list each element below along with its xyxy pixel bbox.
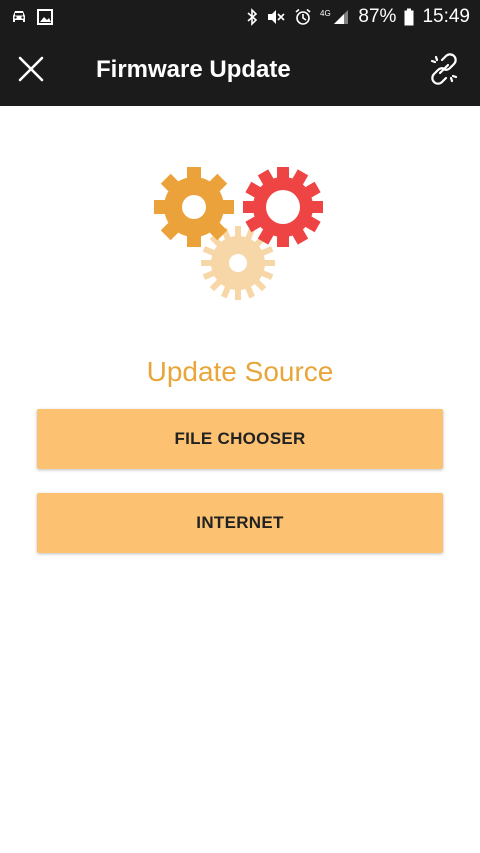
gear-orange-icon [154,167,234,247]
close-icon [17,55,45,88]
network-type-label: 4G [320,9,331,18]
image-icon [36,8,54,26]
status-bar-right: 4G 87% 15:49 [246,0,470,34]
close-button[interactable] [14,54,48,88]
alarm-icon [294,8,312,26]
status-bar-left [10,8,54,26]
signal-icon: 4G [320,8,350,26]
mute-icon [266,8,286,26]
gear-red-icon [243,167,323,247]
screen: 4G 87% 15:49 Firmware Update Update Sour… [0,0,480,853]
link-off-icon [427,52,461,91]
disconnect-button[interactable] [426,52,462,91]
update-source-heading: Update Source [146,356,334,387]
car-icon [10,8,28,26]
battery-icon [404,8,414,26]
gears-illustration [150,160,330,310]
battery-percent: 87% [358,6,397,27]
page-title: Firmware Update [96,56,291,83]
file-chooser-button[interactable]: FILE CHOOSER [37,409,443,469]
status-bar: 4G 87% 15:49 [0,0,480,34]
app-bar: Firmware Update [0,34,480,106]
bluetooth-icon [246,8,258,26]
clock: 15:49 [422,6,470,27]
internet-button[interactable]: INTERNET [37,493,443,553]
